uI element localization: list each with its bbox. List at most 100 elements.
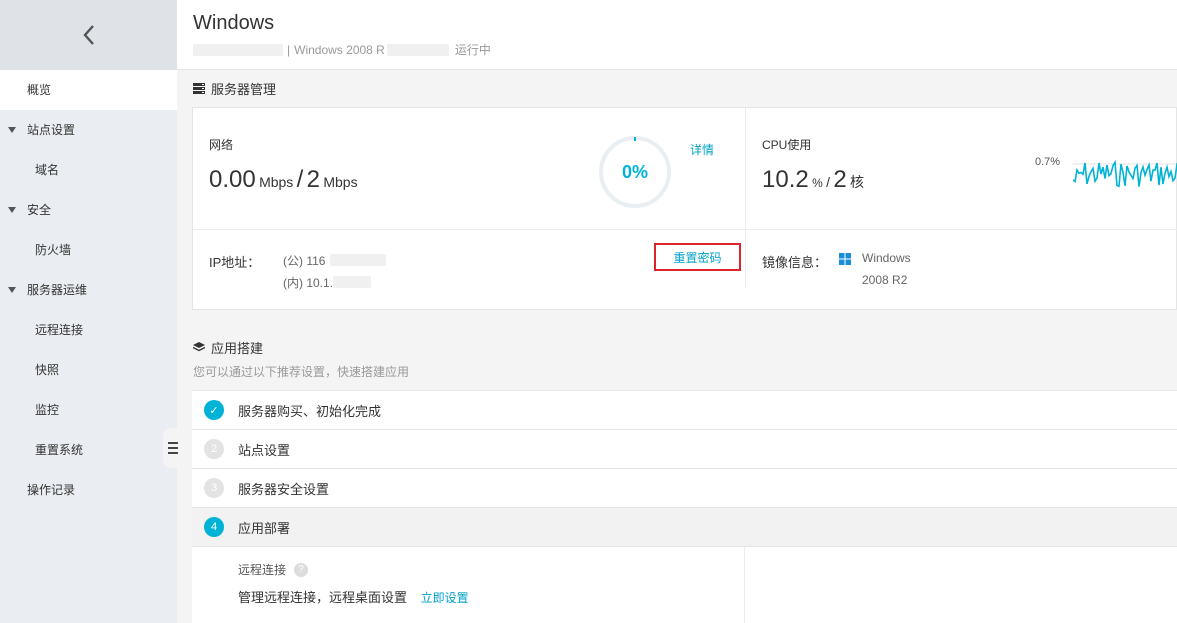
cpu-percent: 10.2 [762, 166, 809, 193]
step-number: 3 [204, 478, 224, 498]
step-site-settings[interactable]: 2 站点设置 [192, 430, 1177, 469]
cpu-unit: % [812, 176, 823, 190]
sidebar-item-snapshot[interactable]: 快照 [0, 350, 177, 390]
cpu-slash: / [826, 174, 830, 190]
cpu-value: 10.2 % / 2 核 [762, 166, 864, 194]
sidebar-nav: 概览 站点设置 域名 安全 防火墙 服务器运维 远程连接 快照 监控 重置系统 … [0, 70, 177, 510]
redacted-os-suffix [386, 43, 449, 56]
network-value: 0.00 Mbps / 2 Mbps [209, 166, 358, 194]
windows-logo-icon [839, 253, 851, 265]
network-unit: Mbps [259, 174, 294, 190]
reset-password-link[interactable]: 重置密码 [673, 249, 721, 266]
image-label: 镜像信息： [762, 255, 828, 270]
app-section-subtitle: 您可以通过以下推荐设置，快速搭建应用 [193, 365, 410, 379]
sidebar-item-label: 快照 [35, 363, 60, 377]
server-icon [193, 83, 205, 94]
sidebar-group-site-settings[interactable]: 站点设置 [0, 110, 177, 150]
sidebar-item-label: 域名 [35, 163, 60, 177]
sidebar-item-label: 服务器运维 [27, 283, 88, 297]
network-gauge: 0% [598, 135, 672, 209]
sidebar: 概览 站点设置 域名 安全 防火墙 服务器运维 远程连接 快照 监控 重置系统 … [0, 0, 177, 623]
cpu-cores-unit: 核 [850, 174, 865, 190]
remote-connection-desc: 管理远程连接，远程桌面设置 [238, 590, 408, 605]
sidebar-item-label: 重置系统 [35, 443, 84, 457]
step-label: 站点设置 [238, 442, 291, 458]
sidebar-item-operation-log[interactable]: 操作记录 [0, 470, 177, 510]
redacted-instance-name [193, 43, 283, 56]
page-header: Windows | Windows 2008 R 运行中 [177, 0, 1177, 70]
page-title: Windows [193, 12, 275, 34]
detail-divider [744, 547, 745, 623]
app-section-header: 应用搭建 您可以通过以下推荐设置，快速搭建应用 [177, 338, 1177, 380]
sidebar-group-security[interactable]: 安全 [0, 190, 177, 230]
network-label: 网络 [209, 138, 234, 152]
step-number: 4 [204, 517, 224, 537]
step-label: 服务器购买、初始化完成 [238, 403, 382, 419]
check-icon: ✓ [204, 400, 224, 420]
network-slash: / [296, 166, 304, 193]
caret-down-icon [8, 287, 16, 293]
cpu-chart-label: 0.7% [1035, 156, 1061, 168]
step-label: 应用部署 [238, 520, 291, 536]
sidebar-item-remote-connection[interactable]: 远程连接 [0, 310, 177, 350]
app-section-title: 应用搭建 [177, 338, 1177, 357]
main-content: Windows | Windows 2008 R 运行中 服务器管理 网络 0.… [177, 0, 1177, 623]
sidebar-group-server-ops[interactable]: 服务器运维 [0, 270, 177, 310]
cpu-cores: 2 [833, 166, 847, 193]
sidebar-item-label: 防火墙 [35, 243, 72, 257]
cpu-sparkline [1073, 159, 1177, 188]
gauge-percent-text: 0% [621, 162, 648, 182]
remote-connection-row: 远程连接 ? [238, 561, 309, 578]
chevron-left-icon [82, 25, 94, 45]
sidebar-item-overview[interactable]: 概览 [0, 70, 177, 110]
subline-separator: | [287, 42, 291, 57]
image-line2: 2008 R2 [862, 273, 908, 287]
redacted-public-ip [330, 254, 386, 266]
setup-now-link[interactable]: 立即设置 [421, 591, 469, 605]
network-max-unit: Mbps [323, 174, 358, 190]
step-label: 服务器安全设置 [238, 481, 330, 497]
sidebar-item-label: 概览 [27, 83, 52, 97]
remote-connection-title: 远程连接 [238, 563, 287, 577]
sidebar-item-label: 监控 [35, 403, 60, 417]
ip-private: (内) 10.1. [283, 276, 334, 290]
sidebar-item-label: 安全 [27, 203, 52, 217]
sidebar-item-firewall[interactable]: 防火墙 [0, 230, 177, 270]
section-title-text: 服务器管理 [211, 82, 277, 97]
os-text: Windows 2008 R [294, 42, 385, 57]
server-management-title: 服务器管理 [177, 70, 1177, 107]
status-text: 运行中 [454, 43, 491, 57]
caret-down-icon [8, 207, 16, 213]
remote-connection-desc-row: 管理远程连接，远程桌面设置 立即设置 [238, 587, 469, 606]
sidebar-item-reset-system[interactable]: 重置系统 [0, 430, 177, 470]
step-server-security[interactable]: 3 服务器安全设置 [192, 469, 1177, 508]
step-detail-panel: 远程连接 ? 管理远程连接，远程桌面设置 立即设置 [192, 547, 1177, 623]
network-details-link[interactable]: 详情 [690, 141, 714, 158]
step-app-deploy[interactable]: 4 应用部署 [192, 508, 1177, 547]
sidebar-item-monitor[interactable]: 监控 [0, 390, 177, 430]
step-number: 2 [204, 439, 224, 459]
reset-password-highlight: 重置密码 [654, 243, 741, 271]
instance-subline: | Windows 2008 R 运行中 [193, 41, 1177, 58]
server-card: 网络 0.00 Mbps / 2 Mbps 0% 详情 CPU使用 10.2 %… [192, 107, 1177, 310]
cpu-label: CPU使用 [762, 138, 812, 152]
app-steps-list: ✓ 服务器购买、初始化完成 2 站点设置 3 服务器安全设置 4 应用部署 远程… [192, 390, 1177, 623]
image-line1: Windows [862, 251, 911, 265]
network-current: 0.00 [209, 166, 256, 193]
card-divider-horizontal [193, 229, 1177, 230]
ip-public: (公) 116 [283, 254, 326, 268]
redacted-private-ip [333, 276, 371, 288]
sidebar-item-domain[interactable]: 域名 [0, 150, 177, 190]
sidebar-item-label: 远程连接 [35, 323, 84, 337]
card-divider-vertical [745, 108, 746, 288]
layers-icon [193, 342, 205, 352]
network-max: 2 [306, 166, 321, 193]
sidebar-item-label: 操作记录 [27, 483, 76, 497]
step-purchase-init[interactable]: ✓ 服务器购买、初始化完成 [192, 391, 1177, 430]
sidebar-item-label: 站点设置 [27, 123, 76, 137]
ip-label: IP地址： [209, 255, 261, 270]
section-title-text: 应用搭建 [211, 341, 264, 356]
caret-down-icon [8, 127, 16, 133]
back-button[interactable] [0, 0, 177, 70]
help-icon[interactable]: ? [294, 562, 309, 577]
